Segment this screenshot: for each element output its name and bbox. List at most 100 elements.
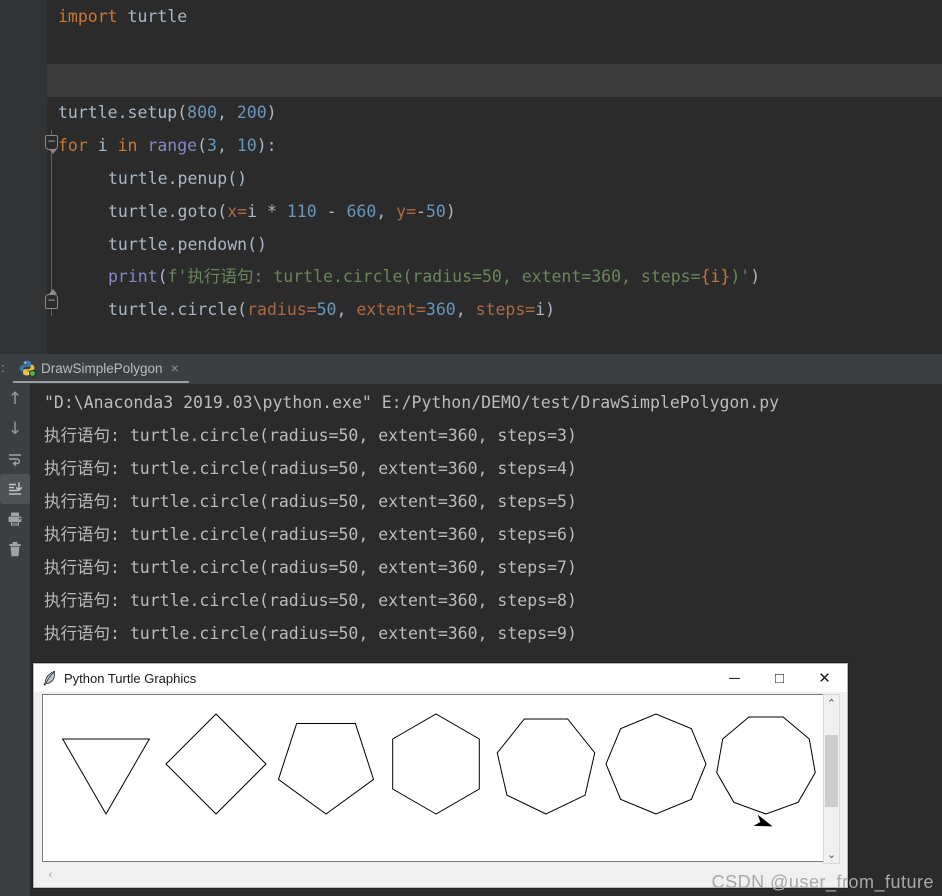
code-token: turtle.penup()	[108, 169, 247, 188]
code-line[interactable]: import turtle	[58, 0, 187, 33]
python-icon	[19, 360, 35, 376]
code-token: )'	[730, 267, 750, 286]
console-output-line: 执行语句: turtle.circle(radius=50, extent=36…	[44, 485, 577, 518]
code-token: 360	[426, 300, 456, 319]
turtle-graphics-window[interactable]: Python Turtle Graphics ─□✕ ⌃ ⌄ ‹	[33, 663, 848, 888]
window-controls[interactable]: ─□✕	[712, 664, 847, 692]
editor-gutter	[0, 0, 47, 354]
polygon-8-sides	[606, 714, 706, 814]
code-token: ,	[217, 136, 237, 155]
maximize-button[interactable]: □	[757, 664, 802, 692]
turtle-title-bar[interactable]: Python Turtle Graphics ─□✕	[34, 664, 847, 692]
code-token: )	[446, 202, 456, 221]
code-token: turtle.setup(	[58, 103, 187, 122]
tab-drawsimplepolygon[interactable]: DrawSimplePolygon ×	[13, 355, 189, 383]
code-token: -	[416, 202, 426, 221]
code-token: 660	[346, 202, 376, 221]
code-line[interactable]: for i in range(3, 10):	[58, 129, 277, 162]
code-token: )	[750, 267, 760, 286]
code-token: i	[88, 136, 118, 155]
code-token: 50	[317, 300, 337, 319]
code-token: f'执行语句: turtle.circle(radius=50, extent=…	[168, 267, 701, 286]
code-line[interactable]: turtle.pendown()	[108, 228, 267, 261]
code-token: i	[535, 300, 545, 319]
code-token: (	[197, 136, 207, 155]
minimize-button[interactable]: ─	[712, 664, 757, 692]
code-token: {i}	[701, 267, 731, 286]
polygon-6-sides	[393, 714, 480, 814]
soft-wrap-button[interactable]	[0, 444, 30, 474]
code-token: y=	[396, 202, 416, 221]
code-token: ,	[217, 103, 237, 122]
polygon-5-sides	[278, 724, 373, 814]
code-token: (	[158, 267, 168, 286]
turtle-drawing	[43, 695, 824, 861]
tab-label: DrawSimplePolygon	[41, 361, 163, 376]
code-token: ,	[337, 300, 357, 319]
code-token: print	[108, 267, 158, 286]
code-line[interactable]: turtle.circle(radius=50, extent=360, ste…	[108, 293, 555, 326]
code-token: -	[317, 202, 347, 221]
turtle-canvas[interactable]	[42, 694, 825, 862]
scroll-up-button-glyph: ↑	[8, 389, 22, 409]
code-token: turtle.goto(	[108, 202, 227, 221]
polygon-3-sides	[63, 739, 150, 814]
code-line[interactable]: turtle.penup()	[108, 162, 247, 195]
code-token: turtle.pendown()	[108, 235, 267, 254]
code-token	[138, 136, 148, 155]
code-token: 50	[426, 202, 446, 221]
code-line[interactable]: print(f'执行语句: turtle.circle(radius=50, e…	[108, 260, 760, 293]
code-editor[interactable]: − − import turtle# 绘画正三角形、四边形、五边形、六边形、七边…	[0, 0, 942, 354]
code-token: extent=	[356, 300, 426, 319]
vertical-scroll-thumb[interactable]	[825, 735, 838, 807]
code-token: i *	[247, 202, 287, 221]
close-button[interactable]: ✕	[802, 664, 847, 692]
code-token: in	[118, 136, 138, 155]
clear-all-button[interactable]	[0, 534, 30, 564]
code-token: 800	[187, 103, 217, 122]
code-token: turtle.circle(	[108, 300, 247, 319]
scroll-to-end-button[interactable]	[0, 474, 30, 504]
code-token: 3	[207, 136, 217, 155]
scroll-up-arrow[interactable]: ⌃	[824, 695, 839, 712]
canvas-vertical-scrollbar[interactable]: ⌃ ⌄	[823, 694, 840, 864]
tab-close-icon[interactable]: ×	[171, 360, 179, 376]
console-tab-bar: : DrawSimplePolygon ×	[0, 354, 942, 384]
scroll-left-arrow[interactable]: ‹	[43, 866, 58, 883]
console-output-line: 执行语句: turtle.circle(radius=50, extent=36…	[44, 452, 577, 485]
scroll-up-button[interactable]: ↑	[0, 384, 30, 414]
code-token: import	[58, 7, 118, 26]
screenshot-root: − − import turtle# 绘画正三角形、四边形、五边形、六边形、七边…	[0, 0, 942, 896]
console-output-line: 执行语句: turtle.circle(radius=50, extent=36…	[44, 551, 577, 584]
console-output-line: "D:\Anaconda3 2019.03\python.exe" E:/Pyt…	[44, 386, 779, 419]
code-token: for	[58, 136, 88, 155]
turtle-cursor-arrow	[754, 815, 775, 832]
code-token: 10	[237, 136, 257, 155]
code-token: )	[545, 300, 555, 319]
code-line[interactable]: turtle.setup(800, 200)	[58, 96, 277, 129]
code-token: steps=	[476, 300, 536, 319]
fold-marker-block-end[interactable]: −	[45, 294, 58, 309]
console-output-line: 执行语句: turtle.circle(radius=50, extent=36…	[44, 584, 577, 617]
console-output-line: 执行语句: turtle.circle(radius=50, extent=36…	[44, 518, 577, 551]
tab-bar-prefix: :	[1, 360, 5, 375]
highlighted-line-band	[47, 64, 942, 97]
run-status-indicator	[29, 370, 36, 377]
code-token: 200	[237, 103, 267, 122]
console-output-line: 执行语句: turtle.circle(radius=50, extent=36…	[44, 419, 577, 452]
code-token: range	[147, 136, 197, 155]
polygon-9-sides	[717, 717, 815, 814]
console-toolbar[interactable]: ↑↓	[0, 384, 30, 896]
code-token: ,	[376, 202, 396, 221]
code-token: turtle	[118, 7, 188, 26]
scroll-down-button[interactable]: ↓	[0, 414, 30, 444]
code-lines[interactable]: import turtle# 绘画正三角形、四边形、五边形、六边形、七边形、八边…	[58, 0, 942, 354]
print-button[interactable]	[0, 504, 30, 534]
scroll-down-arrow[interactable]: ⌄	[824, 846, 839, 863]
fold-marker-for-loop[interactable]: −	[45, 135, 58, 150]
code-line[interactable]: turtle.goto(x=i * 110 - 660, y=-50)	[108, 195, 456, 228]
watermark-text: CSDN @user_from_future	[712, 872, 934, 893]
scroll-down-button-glyph: ↓	[8, 419, 22, 439]
turtle-window-title: Python Turtle Graphics	[64, 671, 196, 686]
code-token: )	[267, 103, 277, 122]
